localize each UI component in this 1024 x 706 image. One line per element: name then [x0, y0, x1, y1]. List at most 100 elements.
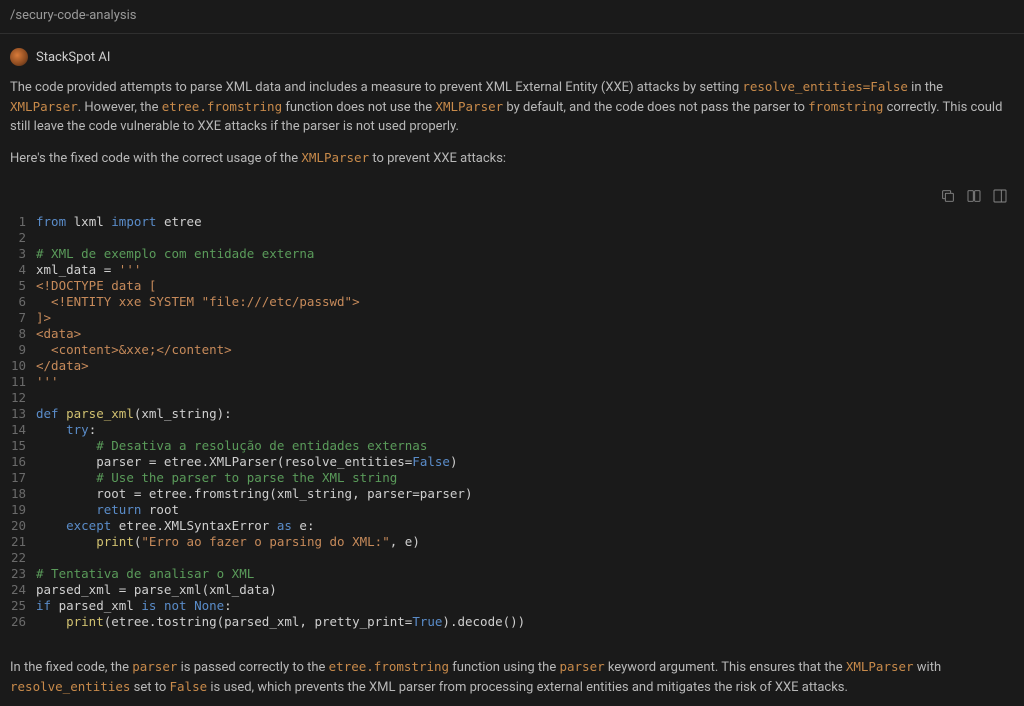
code-line: 2 — [10, 230, 1014, 246]
line-number: 13 — [10, 406, 36, 422]
code-line: 24parsed_xml = parse_xml(xml_data) — [10, 582, 1014, 598]
line-content: ''' — [36, 374, 1014, 390]
lower-explanation: In the fixed code, the parser is passed … — [0, 648, 1024, 697]
line-content: from lxml import etree — [36, 214, 1014, 230]
line-number: 7 — [10, 310, 36, 326]
code-line: 18 root = etree.fromstring(xml_string, p… — [10, 486, 1014, 502]
line-content: # Tentativa de analisar o XML — [36, 566, 1014, 582]
copy-icon[interactable] — [940, 188, 956, 204]
agent-header: StackSpot AI — [0, 34, 1024, 78]
line-number: 19 — [10, 502, 36, 518]
text-fragment: is passed correctly to the — [177, 660, 328, 675]
line-content: print("Erro ao fazer o parsing do XML:",… — [36, 534, 1014, 550]
line-content: except etree.XMLSyntaxError as e: — [36, 518, 1014, 534]
inline-code: etree.fromstring — [329, 659, 449, 674]
line-content: ]> — [36, 310, 1014, 326]
code-line: 14 try: — [10, 422, 1014, 438]
line-content: # XML de exemplo com entidade externa — [36, 246, 1014, 262]
line-content — [36, 230, 1014, 246]
text-fragment: Here's the fixed code with the correct u… — [10, 151, 301, 166]
line-number: 20 — [10, 518, 36, 534]
line-number: 15 — [10, 438, 36, 454]
line-number: 1 — [10, 214, 36, 230]
code-line: 12 — [10, 390, 1014, 406]
line-content: print(etree.tostring(parsed_xml, pretty_… — [36, 614, 1014, 630]
code-line: 5<!DOCTYPE data [ — [10, 278, 1014, 294]
code-line: 16 parser = etree.XMLParser(resolve_enti… — [10, 454, 1014, 470]
code-line: 21 print("Erro ao fazer o parsing do XML… — [10, 534, 1014, 550]
line-content: if parsed_xml is not None: — [36, 598, 1014, 614]
line-content: <!ENTITY xxe SYSTEM "file:///etc/passwd"… — [36, 294, 1014, 310]
agent-avatar-icon — [10, 48, 28, 66]
code-toolbar — [0, 180, 1024, 208]
expand-icon[interactable] — [992, 188, 1008, 204]
line-number: 3 — [10, 246, 36, 262]
inline-code: False — [170, 679, 208, 694]
line-number: 8 — [10, 326, 36, 342]
code-line: 19 return root — [10, 502, 1014, 518]
line-content: try: — [36, 422, 1014, 438]
text-fragment: to prevent XXE attacks: — [369, 151, 506, 166]
inline-code: fromstring — [808, 99, 883, 114]
line-number: 25 — [10, 598, 36, 614]
line-number: 26 — [10, 614, 36, 630]
line-number: 9 — [10, 342, 36, 358]
code-line: 22 — [10, 550, 1014, 566]
code-line: 7]> — [10, 310, 1014, 326]
line-number: 12 — [10, 390, 36, 406]
text-fragment: with — [914, 660, 942, 675]
line-content: root = etree.fromstring(xml_string, pars… — [36, 486, 1014, 502]
insert-icon[interactable] — [966, 188, 982, 204]
text-fragment: In the fixed code, the — [10, 660, 132, 675]
code-line: 4xml_data = ''' — [10, 262, 1014, 278]
line-number: 21 — [10, 534, 36, 550]
text-fragment: is used, which prevents the XML parser f… — [207, 680, 848, 695]
code-line: 26 print(etree.tostring(parsed_xml, pret… — [10, 614, 1014, 630]
text-fragment: by default, and the code does not pass t… — [503, 100, 808, 115]
line-content: parsed_xml = parse_xml(xml_data) — [36, 582, 1014, 598]
line-content: </data> — [36, 358, 1014, 374]
line-number: 11 — [10, 374, 36, 390]
explanation-block: The code provided attempts to parse XML … — [0, 78, 1024, 168]
line-content: parser = etree.XMLParser(resolve_entitie… — [36, 454, 1014, 470]
line-content: # Desativa a resolução de entidades exte… — [36, 438, 1014, 454]
text-fragment: set to — [130, 680, 169, 695]
text-fragment: The code provided attempts to parse XML … — [10, 80, 742, 95]
text-fragment: function does not use the — [282, 100, 435, 115]
code-line: 3# XML de exemplo com entidade externa — [10, 246, 1014, 262]
line-content — [36, 390, 1014, 406]
code-block[interactable]: 1from lxml import etree2 3# XML de exemp… — [0, 208, 1024, 648]
line-number: 6 — [10, 294, 36, 310]
code-line: 13def parse_xml(xml_string): — [10, 406, 1014, 422]
line-content: <!DOCTYPE data [ — [36, 278, 1014, 294]
line-number: 16 — [10, 454, 36, 470]
line-number: 23 — [10, 566, 36, 582]
code-line: 20 except etree.XMLSyntaxError as e: — [10, 518, 1014, 534]
line-number: 4 — [10, 262, 36, 278]
text-fragment: function using the — [449, 660, 559, 675]
line-content: xml_data = ''' — [36, 262, 1014, 278]
explanation-paragraph-2: Here's the fixed code with the correct u… — [10, 149, 1014, 169]
line-content — [36, 550, 1014, 566]
agent-name-label: StackSpot AI — [36, 50, 110, 65]
line-content: return root — [36, 502, 1014, 518]
inline-code: etree.fromstring — [162, 99, 282, 114]
inline-code: resolve_entities=False — [742, 79, 908, 94]
inline-code: XMLParser — [301, 150, 369, 165]
line-number: 18 — [10, 486, 36, 502]
inline-code: XMLParser — [435, 99, 503, 114]
inline-code: XMLParser — [846, 659, 914, 674]
code-line: 17 # Use the parser to parse the XML str… — [10, 470, 1014, 486]
code-line: 23# Tentativa de analisar o XML — [10, 566, 1014, 582]
code-line: 1from lxml import etree — [10, 214, 1014, 230]
breadcrumb-path: /secury-code-analysis — [0, 0, 1024, 34]
line-number: 10 — [10, 358, 36, 374]
code-line: 8<data> — [10, 326, 1014, 342]
line-number: 5 — [10, 278, 36, 294]
line-number: 14 — [10, 422, 36, 438]
inline-code: resolve_entities — [10, 679, 130, 694]
inline-code: parser — [559, 659, 604, 674]
text-fragment: . However, the — [78, 100, 162, 115]
code-line: 10</data> — [10, 358, 1014, 374]
inline-code: parser — [132, 659, 177, 674]
